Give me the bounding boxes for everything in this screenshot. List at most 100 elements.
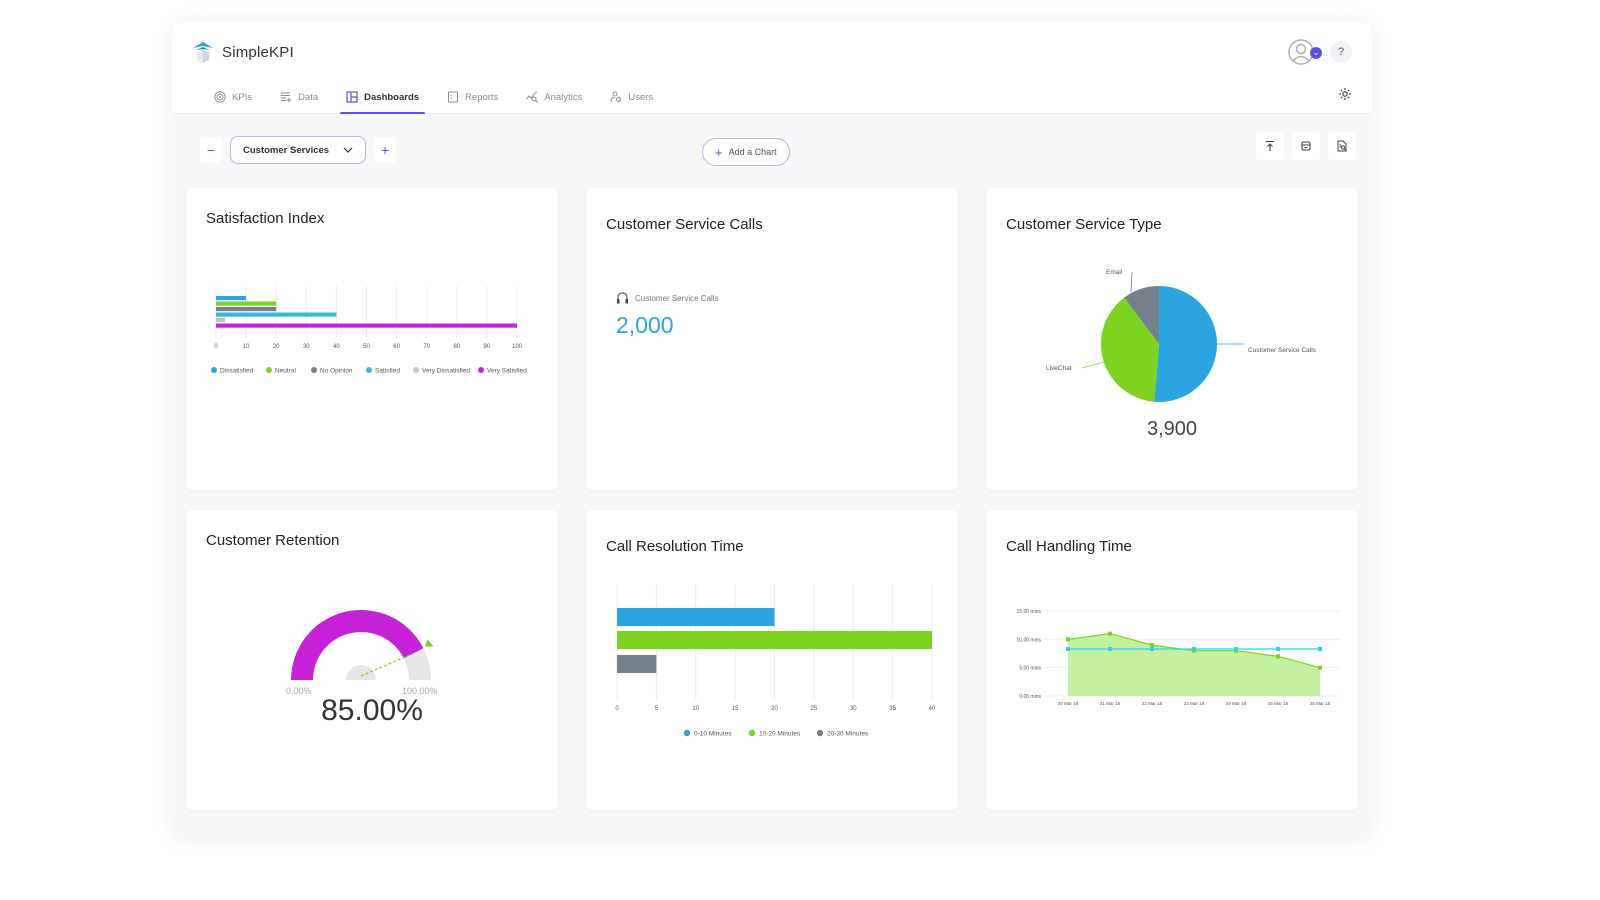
point-actual [1318, 665, 1322, 670]
x-tick-label: 0 [615, 706, 619, 712]
y-tick-label: 15.00 mins [1017, 609, 1042, 615]
x-tick-label: 5 [655, 706, 659, 712]
gauge-marker [424, 639, 434, 647]
card-customer-service-type[interactable]: Customer Service Type Customer Service C… [986, 188, 1358, 490]
legend-marker [816, 729, 824, 737]
preview-icon [1337, 140, 1347, 152]
card-satisfaction-index[interactable]: Satisfaction Index 0 10 20 30 40 50 60 70 80 90 10… [186, 188, 558, 490]
bar-20-30-minutes [617, 655, 657, 673]
logo[interactable]: SimpleKPI [192, 40, 294, 64]
y-tick-label: 5.00 mins [1019, 666, 1041, 672]
help-button[interactable]: ? [1330, 41, 1352, 63]
card-call-resolution-time[interactable]: Call Resolution Time 0 5 10 15 20 25 30 35 40 0-1… [586, 510, 958, 810]
dashboard-workspace: − Customer Services + + Add a Chart Sati… [172, 114, 1372, 840]
x-tick-label: 10 [243, 344, 250, 350]
x-tick-label: 20 Mar 18 [1058, 701, 1079, 706]
report-icon [448, 91, 459, 103]
legend-marker [748, 729, 756, 737]
add-chart-label: Add a Chart [728, 147, 777, 157]
point-actual [1066, 637, 1070, 642]
pie-label-connector [1081, 361, 1105, 369]
chevron-down-icon[interactable]: ⌄ [1310, 47, 1322, 59]
kpi-label-text: Customer Service Calls [635, 293, 719, 303]
nav-item-reports[interactable]: Reports [433, 82, 512, 112]
x-tick-label: 20 [771, 706, 778, 712]
legend-label: Very Dissatisfied [422, 368, 470, 375]
chevron-down-icon [343, 147, 353, 153]
logo-icon [193, 42, 213, 63]
pie-label: LiveChat [1046, 365, 1072, 372]
nav-label: Data [298, 91, 319, 103]
nav-label: Analytics [544, 91, 583, 103]
point-actual [1276, 654, 1280, 659]
legend-label: No Opinion [320, 368, 353, 375]
nav-item-dashboards[interactable]: Dashboards [332, 82, 433, 115]
add-dashboard-button[interactable]: + [374, 137, 397, 163]
x-tick-label: 30 [303, 344, 310, 350]
analytics-icon [526, 91, 539, 103]
nav-item-analytics[interactable]: Analytics [512, 82, 596, 112]
x-tick-label: 70 [423, 344, 430, 350]
bar-0-10-minutes [617, 608, 775, 626]
add-chart-button[interactable]: + Add a Chart [702, 138, 790, 166]
point-target [1150, 646, 1154, 651]
x-tick-label: 21 Mar 18 [1100, 701, 1121, 706]
point-target [1234, 646, 1238, 651]
point-target [1066, 646, 1070, 651]
bar-neutral [216, 301, 277, 306]
print-button[interactable] [1292, 132, 1320, 160]
preview-button[interactable] [1328, 132, 1356, 160]
y-tick-label: 0.00 mins [1019, 694, 1041, 700]
bar-satisfied [216, 312, 337, 317]
card-customer-service-calls[interactable]: Customer Service Calls Customer Service … [586, 188, 958, 490]
x-tick-label: 24 Mar 18 [1226, 701, 1247, 706]
card-title: Customer Service Calls [606, 216, 763, 233]
gauge-hub [346, 665, 376, 680]
x-tick-label: 60 [393, 344, 400, 350]
target-icon [214, 91, 226, 103]
x-tick-label: 50 [363, 344, 370, 350]
pie-label: Email [1106, 269, 1123, 276]
satisfaction-chart: 0 10 20 30 40 50 60 70 80 90 100 Dissatisfied Neutra… [211, 286, 527, 375]
pie-slice-customer-service-calls [1154, 286, 1218, 402]
remove-dashboard-button[interactable]: − [200, 137, 222, 163]
nav-item-users[interactable]: Users [596, 82, 667, 112]
bar-very-satisfied [216, 323, 517, 328]
upload-button[interactable] [1256, 132, 1284, 160]
app-window: SimpleKPI ⌄ ? KPIs Data Dashboards Repor… [172, 22, 1372, 840]
x-tick-label: 23 Mar 18 [1184, 701, 1205, 706]
nav-label: Dashboards [364, 91, 420, 103]
legend-marker [211, 367, 217, 373]
x-tick-label: 80 [453, 344, 460, 350]
x-tick-label: 90 [484, 344, 491, 350]
gear-icon[interactable] [1338, 87, 1352, 101]
pie-label-connector [1130, 271, 1133, 293]
x-tick-label: 20 [273, 344, 280, 350]
bar-dissatisfied [216, 296, 247, 301]
point-target [1318, 646, 1322, 651]
nav-label: KPIs [232, 91, 253, 103]
dashboard-select[interactable]: Customer Services [230, 136, 367, 164]
legend-marker [478, 367, 484, 373]
legend-label: 0-10 Minutes [694, 731, 732, 738]
card-call-handling-time[interactable]: Call Handling Time 0.00 mins 5.00 mins 10.… [986, 510, 1358, 810]
x-tick-label: 25 [811, 706, 818, 712]
nav-item-data[interactable]: Data [266, 82, 332, 112]
service-type-pie-chart: Customer Service Calls LiveChat Email [1046, 269, 1317, 402]
legend-marker [413, 367, 419, 373]
area-fill-actual [1068, 633, 1320, 696]
bar-10-20-minutes [617, 631, 932, 649]
card-customer-retention[interactable]: Customer Retention 0.00% 100.00% 85.00% [186, 510, 558, 810]
legend-marker [366, 367, 372, 373]
user-avatar[interactable]: ⌄ [1288, 38, 1322, 66]
nav-item-kpis[interactable]: KPIs [200, 82, 266, 112]
plus-icon: + [715, 144, 723, 160]
x-tick-label: 40 [333, 344, 340, 350]
dashboard-select-value: Customer Services [243, 144, 330, 156]
user-area: ⌄ ? [1288, 38, 1352, 66]
bar-no-opinion [216, 307, 277, 312]
x-tick-label: 15 [732, 706, 739, 712]
legend-marker [311, 367, 317, 373]
x-tick-label: 0 [214, 344, 218, 350]
dashboard-toolbar: − Customer Services + [200, 136, 397, 164]
